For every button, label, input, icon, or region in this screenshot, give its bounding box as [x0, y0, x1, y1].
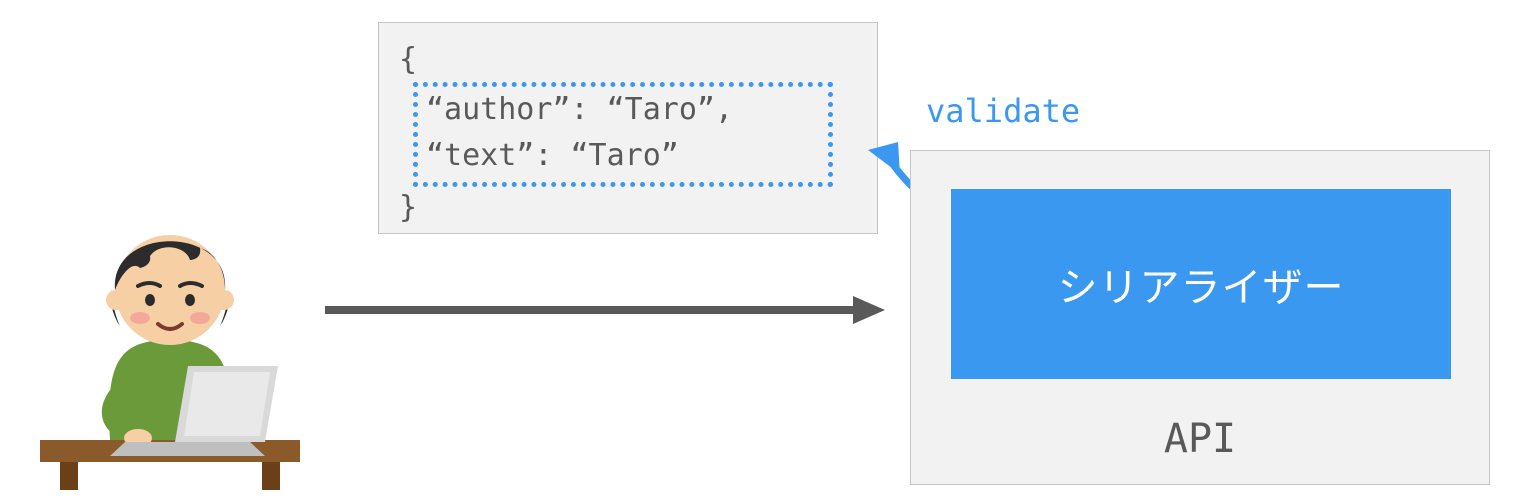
api-label: API [911, 416, 1489, 462]
serializer-box: シリアライザー [951, 189, 1451, 379]
user-illustration [40, 190, 300, 490]
json-highlighted-fields: “author”: “Taro”, “text”: “Taro” [413, 82, 833, 187]
validate-label: validate [926, 92, 1080, 130]
json-open-brace: { [399, 37, 857, 84]
json-payload-box: { “author”: “Taro”, “text”: “Taro” } [378, 22, 878, 234]
request-arrow [325, 290, 885, 330]
json-line-text: “text”: “Taro” [426, 133, 816, 180]
json-line-author: “author”: “Taro”, [426, 87, 816, 134]
json-close-brace: } [399, 185, 857, 232]
api-box: シリアライザー API [910, 150, 1490, 485]
serializer-label: シリアライザー [1058, 255, 1345, 313]
